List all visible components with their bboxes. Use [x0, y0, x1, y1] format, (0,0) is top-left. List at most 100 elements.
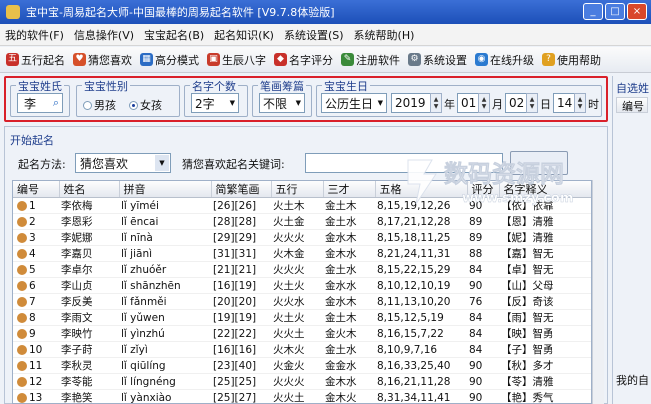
- cell-score: 90: [467, 197, 499, 214]
- cell-meaning: 【苓】清雅: [499, 373, 591, 390]
- radio-checked-icon: [129, 100, 138, 110]
- register-button[interactable]: ✎ 注册软件: [337, 52, 404, 68]
- col-score[interactable]: 评分: [467, 181, 500, 198]
- col-name[interactable]: 姓名: [59, 181, 120, 198]
- col-pinyin[interactable]: 拼音: [119, 181, 212, 198]
- settings-button[interactable]: ⚙ 系统设置: [404, 52, 471, 68]
- high-score-button[interactable]: ▦ 高分模式: [136, 52, 203, 68]
- cell-three-talents: 金土木: [323, 197, 375, 214]
- cell-score: 90: [467, 373, 499, 390]
- cell-name: 李妮娜: [59, 229, 119, 246]
- spin-down-icon: ▼: [529, 103, 535, 110]
- table-row[interactable]: 6 李山贞 lǐ shānzhēn [16][19] 火土火 金水水 8,10,12,10,…: [13, 277, 591, 294]
- keyword-label: 猜您喜欢起名关键词:: [182, 158, 285, 171]
- chevron-down-icon: ▼: [295, 99, 301, 107]
- hour-spinner[interactable]: ▲ ▼: [574, 93, 586, 113]
- table-row[interactable]: 11 李秋灵 lǐ qiūlíng [23][40] 火金火 金金水 8,16,33,25,…: [13, 357, 591, 374]
- name-count-select[interactable]: 2字 ▼: [191, 93, 239, 113]
- baby-face-icon: [17, 392, 27, 403]
- table-row[interactable]: 12 李苓能 lǐ língnéng [25][25] 火火火 金木水 8,16,21,11…: [13, 373, 591, 390]
- close-button[interactable]: ×: [627, 3, 647, 20]
- table-scrollbar[interactable]: [592, 180, 604, 404]
- table-row[interactable]: 2 李恩彩 lǐ ēncai [28][28] 火土金 金土水 8,17,21,12,28 8…: [13, 213, 591, 230]
- table-row[interactable]: 9 李映竹 lǐ yìnzhú [22][22] 火火土 金火木 8,16,15,7,22 8…: [13, 325, 591, 342]
- table-row[interactable]: 13 李艳笑 lǐ yànxiào [25][27] 火火土 金木火 8,31,34,11,…: [13, 389, 591, 403]
- col-strokes[interactable]: 简繁笔画: [211, 181, 272, 198]
- cell-pinyin: lǐ língnéng: [119, 373, 211, 390]
- cell-name: 李秋灵: [59, 357, 119, 374]
- cell-meaning: 【卓】智无: [499, 261, 591, 278]
- baby-face-icon: [17, 232, 27, 243]
- keyword-input[interactable]: [305, 153, 503, 173]
- day-input[interactable]: 02: [505, 93, 527, 113]
- results-table: 编号 姓名 拼音 简繁笔画 五行 三才 五格 评分 名字释义 1 李依梅 lǐ yī…: [12, 180, 592, 404]
- menu-baby-naming[interactable]: 宝宝起名(B): [139, 27, 209, 43]
- year-input[interactable]: 2019: [391, 93, 431, 113]
- menu-my-software[interactable]: 我的软件(F): [0, 27, 69, 43]
- chart-icon: ▦: [140, 53, 153, 66]
- hour-input[interactable]: 14: [553, 93, 575, 113]
- table-row[interactable]: 7 李反美 lǐ fǎnměi [20][20] 火火水 金水木 8,11,13,10,20…: [13, 293, 591, 310]
- table-row[interactable]: 1 李依梅 lǐ yīméi [26][26] 火土木 金土木 8,15,19,12,26 9…: [13, 197, 591, 214]
- search-icon[interactable]: ⌕: [53, 96, 59, 110]
- month-input[interactable]: 01: [457, 93, 479, 113]
- cell-score: 90: [467, 277, 499, 294]
- month-spinner[interactable]: ▲ ▼: [478, 93, 490, 113]
- baby-face-icon: [17, 248, 27, 259]
- year-spinner[interactable]: ▲ ▼: [430, 93, 442, 113]
- menu-info-ops[interactable]: 信息操作(V): [69, 27, 139, 43]
- method-label: 起名方法:: [18, 158, 66, 171]
- cell-three-talents: 金木水: [323, 373, 375, 390]
- baby-face-icon: [17, 376, 27, 387]
- cell-name: 李映竹: [59, 325, 119, 342]
- cell-strokes: [25][25]: [211, 373, 271, 390]
- five-elements-button[interactable]: 五五行起名: [2, 52, 69, 68]
- guess-you-like-button[interactable]: ♥ 猜您喜欢: [69, 52, 136, 68]
- birthday-group: 宝宝生日 公历生日 ▼ 2019 ▲ ▼ 年 01 ▲ ▼ 月 02 ▲ ▼ 日 14 …: [316, 78, 602, 117]
- baby-face-icon: [17, 216, 27, 227]
- baby-info-highlight: 宝宝姓氏 李 ⌕ 宝宝性别 男孩 女孩 名字个数 2字 ▼ 笔画筹篇 不限 ▼ 宝宝…: [4, 76, 608, 122]
- birth-chart-button[interactable]: ▣ 生辰八字: [203, 52, 270, 68]
- table-row[interactable]: 3 李妮娜 lǐ nīnà [29][29] 火火火 金水木 8,15,18,11,25 89…: [13, 229, 591, 246]
- cell-five-grids: 8,15,19,12,26: [375, 197, 467, 214]
- menu-naming-knowledge[interactable]: 起名知识(K): [209, 27, 279, 43]
- minimize-button[interactable]: _: [583, 3, 603, 20]
- cell-three-talents: 金水木: [323, 229, 375, 246]
- cell-meaning: 【子】智勇: [499, 341, 591, 358]
- cell-five-grids: 8,15,18,11,25: [375, 229, 467, 246]
- table-row[interactable]: 5 李卓尔 lǐ zhuóěr [21][21] 火火火 金土水 8,15,22,15,29…: [13, 261, 591, 278]
- col-meaning[interactable]: 名字释义: [499, 181, 591, 198]
- name-score-button[interactable]: ◆ 名字评分: [270, 52, 337, 68]
- cell-score: 84: [467, 261, 499, 278]
- calendar-type-select[interactable]: 公历生日 ▼: [321, 93, 387, 113]
- gender-boy-radio[interactable]: 男孩: [83, 97, 116, 113]
- table-row[interactable]: 10 李子莳 lǐ zǐyì [16][16] 火木火 金土水 8,10,9,7,16 84 【…: [13, 341, 591, 358]
- cell-meaning: 【恩】清雅: [499, 213, 591, 230]
- gender-girl-radio[interactable]: 女孩: [129, 97, 162, 113]
- surname-input[interactable]: 李 ⌕: [17, 93, 63, 113]
- online-upgrade-button[interactable]: ◉ 在线升级: [471, 52, 538, 68]
- cell-strokes: [19][19]: [211, 309, 271, 326]
- start-naming-button[interactable]: [510, 151, 568, 175]
- day-spinner[interactable]: ▲ ▼: [526, 93, 538, 113]
- menu-system-settings[interactable]: 系统设置(S): [279, 27, 349, 43]
- cell-five-grids: 8,10,9,7,16: [375, 341, 467, 358]
- table-row[interactable]: 8 李雨文 lǐ yǔwen [19][19] 火土火 金土木 8,15,12,5,19 84…: [13, 309, 591, 326]
- help-button[interactable]: ? 使用帮助: [538, 52, 605, 68]
- cell-strokes: [20][20]: [211, 293, 271, 310]
- cell-name: 李山贞: [59, 277, 119, 294]
- col-five-grids[interactable]: 五格: [375, 181, 468, 198]
- menu-system-help[interactable]: 系统帮助(H): [349, 27, 420, 43]
- col-number[interactable]: 编号: [13, 181, 60, 198]
- cell-number: 7: [13, 293, 59, 310]
- table-row[interactable]: 4 李嘉贝 lǐ jiānì [31][31] 火木金 金木水 8,21,24,11,31 8…: [13, 245, 591, 262]
- spin-up-icon: ▲: [481, 96, 487, 103]
- method-select[interactable]: 猜您喜欢 ▼: [75, 153, 171, 173]
- maximize-button[interactable]: □: [605, 3, 625, 20]
- strokes-select[interactable]: 不限 ▼: [259, 93, 305, 113]
- col-five-elements[interactable]: 五行: [271, 181, 324, 198]
- hour-unit: 时: [588, 98, 599, 111]
- day-unit: 日: [540, 98, 551, 111]
- col-three-talents[interactable]: 三才: [323, 181, 376, 198]
- app-window: { "window":{"title":"宝中宝-周易起名大师-中国最棒的周易起…: [0, 0, 651, 404]
